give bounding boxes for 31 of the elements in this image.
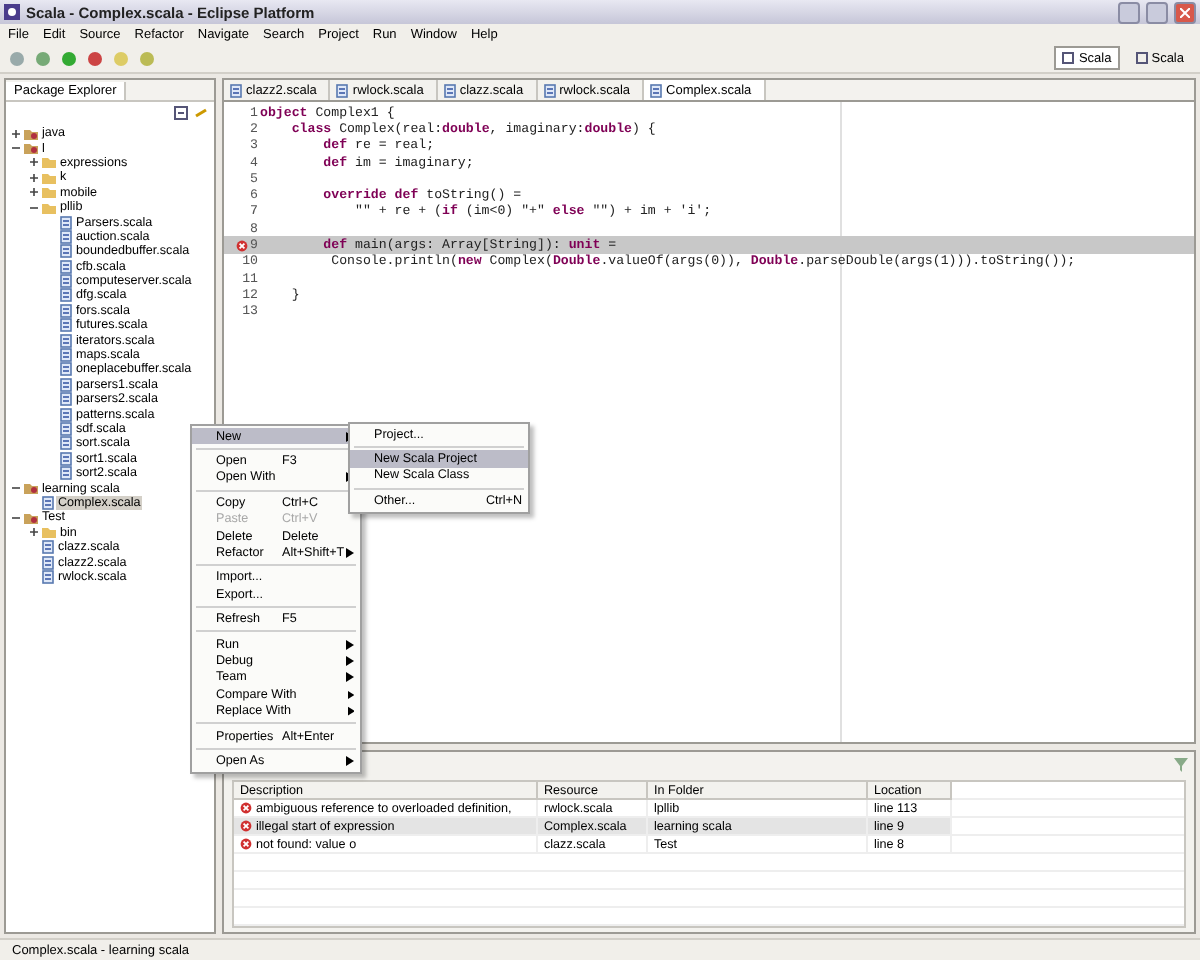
collapse-icon[interactable] xyxy=(28,201,40,214)
folder-icon xyxy=(42,526,56,539)
file-icon xyxy=(443,83,456,97)
expand-icon[interactable] xyxy=(28,186,40,199)
maximize-button[interactable] xyxy=(1146,1,1168,23)
expand-icon[interactable] xyxy=(10,127,22,140)
close-icon xyxy=(1180,7,1190,17)
app-icon xyxy=(4,4,20,20)
collapse-icon[interactable] xyxy=(10,511,22,524)
expand-icon[interactable] xyxy=(28,156,40,169)
caret-icon xyxy=(346,548,354,559)
collapse-icon[interactable] xyxy=(10,142,22,155)
project-icon xyxy=(24,511,38,524)
file-icon xyxy=(230,83,242,97)
error-icon xyxy=(236,239,249,252)
minimize-button[interactable] xyxy=(1118,1,1140,23)
link-icon[interactable] xyxy=(194,105,208,119)
perspective-icon xyxy=(1135,52,1148,64)
expand-icon[interactable] xyxy=(28,171,40,184)
file-icon xyxy=(650,83,663,97)
close-button[interactable] xyxy=(1174,1,1196,23)
collapse-icon[interactable] xyxy=(10,482,22,495)
file-icon xyxy=(543,83,556,97)
filter-icon[interactable] xyxy=(1174,757,1188,771)
file-icon xyxy=(42,495,54,510)
expand-icon[interactable] xyxy=(28,526,40,539)
perspective-icon xyxy=(1062,52,1075,64)
collapse-all-icon[interactable] xyxy=(174,105,188,119)
file-icon xyxy=(336,83,349,97)
project-icon xyxy=(24,482,38,495)
caret-icon xyxy=(346,755,354,766)
